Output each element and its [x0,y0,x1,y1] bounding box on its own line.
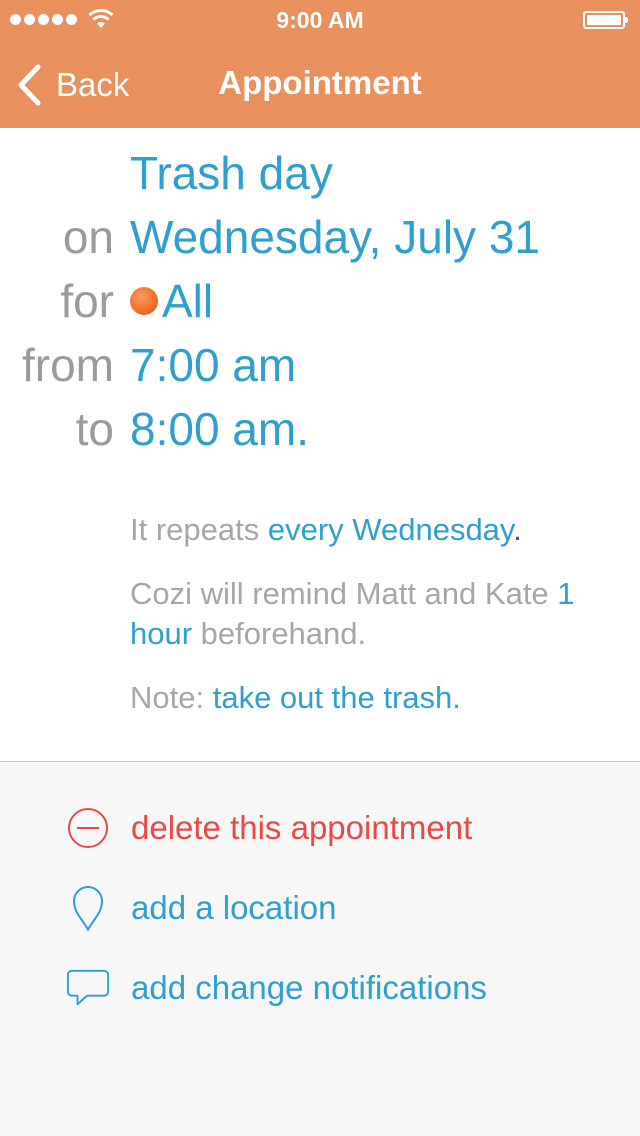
repeat-value[interactable]: every Wednesday [268,512,513,547]
delete-appointment-label: delete this appointment [131,809,473,846]
note-value[interactable]: take out the trash. [213,680,461,715]
map-pin-icon [66,886,110,931]
appointment-details: Trash day on Wednesday, July 31 for All … [0,128,640,762]
add-change-notifications-button[interactable]: add change notifications [66,960,487,1016]
battery-icon [583,11,628,29]
attendees-value[interactable]: All [130,274,213,328]
repeat-prefix: It repeats [130,512,268,547]
add-location-label: add a location [131,889,337,926]
status-time: 9:00 AM [276,7,364,33]
attendee-color-dot [130,286,158,315]
title-row: Trash day [0,146,640,206]
end-time[interactable]: 8:00 am. [130,402,309,456]
end-row: to 8:00 am. [0,402,640,462]
header: 9:00 AM Back Appointment [0,0,640,128]
appointment-date[interactable]: Wednesday, July 31 [130,210,540,264]
date-row: on Wednesday, July 31 [0,210,640,270]
minus-circle-icon [66,806,110,850]
add-location-button[interactable]: add a location [66,880,337,936]
reminder-info: Cozi will remind Matt and Kate 1 hour be… [130,574,630,654]
repeat-suffix: . [513,512,522,547]
note-info: Note: take out the trash. [130,678,630,718]
start-time[interactable]: 7:00 am [130,338,296,392]
start-row: from 7:00 am [0,338,640,398]
page-title: Appointment [218,64,422,101]
attendees-text: All [162,275,214,327]
add-change-notifications-label: add change notifications [131,969,487,1006]
reminder-suffix: beforehand. [192,616,367,651]
date-label: on [62,211,114,263]
note-prefix: Note: [130,680,213,715]
attendees-label: for [60,275,114,327]
delete-appointment-button[interactable]: delete this appointment [66,800,472,856]
speech-bubble-icon [66,966,110,1010]
attendees-row: for All [0,274,640,334]
end-label: to [75,403,114,455]
actions-panel: delete this appointment add a location a… [0,762,640,1136]
repeat-info: It repeats every Wednesday. [130,510,630,550]
appointment-title[interactable]: Trash day [130,146,333,200]
reminder-prefix: Cozi will remind Matt and Kate [130,576,558,611]
status-bar: 9:00 AM [0,0,640,40]
start-label: from [22,339,114,391]
